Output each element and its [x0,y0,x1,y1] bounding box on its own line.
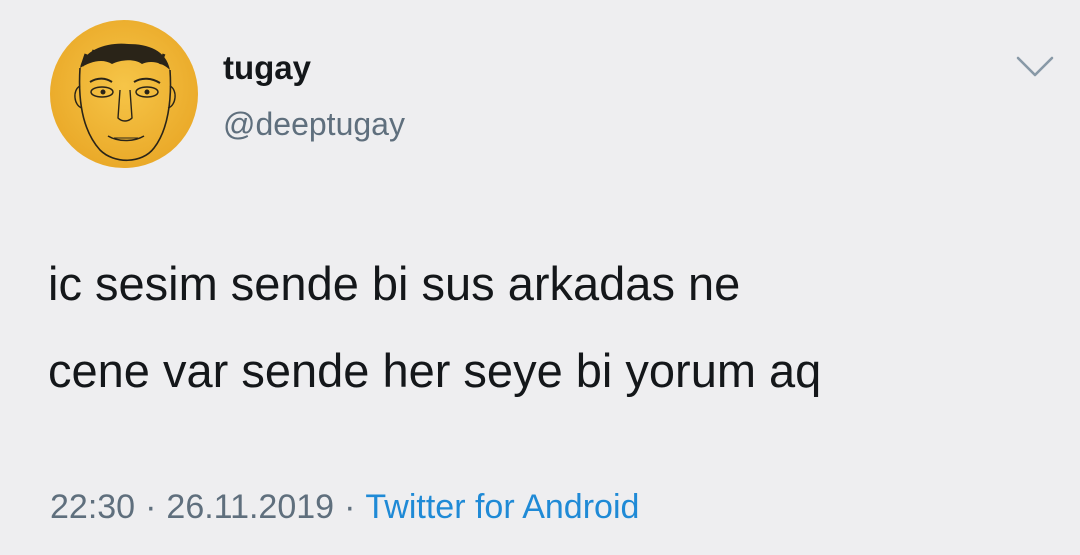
tweet-source-link[interactable]: Twitter for Android [365,488,639,526]
user-handle[interactable]: @deeptugay [223,104,405,144]
more-options-button[interactable] [1012,52,1058,82]
avatar[interactable] [50,20,198,168]
tweet-date[interactable]: 26.11.2019 [166,488,334,526]
tweet-time[interactable]: 22:30 [50,488,135,526]
tweet-text-line: cene var sende her seye bi yorum aq [48,344,822,397]
tweet-text: ic sesim sende bi sus arkadas ne cene va… [48,240,1048,414]
display-name[interactable]: tugay [223,48,311,88]
tweet-card: tugay @deeptugay ic sesim sende bi sus a… [0,0,1080,555]
tweet-text-line: ic sesim sende bi sus arkadas ne [48,257,741,310]
meta-separator: · [344,488,356,526]
chevron-down-icon [1016,56,1054,77]
meta-separator: · [145,488,157,526]
tweet-meta: 22:30 · 26.11.2019 · Twitter for Android [50,484,639,530]
drawn-face-avatar-icon [50,20,198,168]
